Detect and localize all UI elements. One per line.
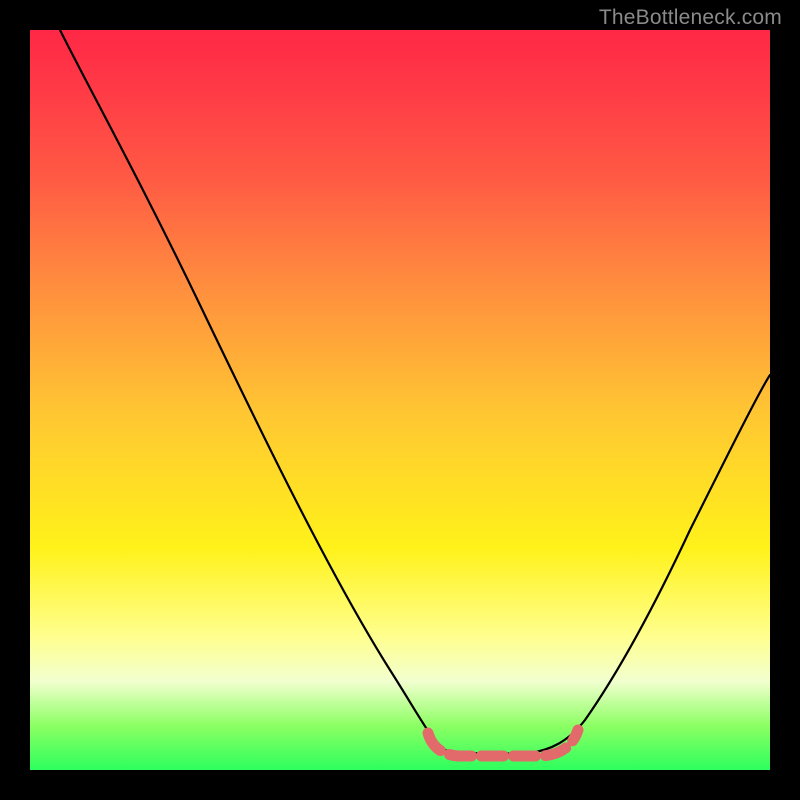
- plot-area: [30, 30, 770, 770]
- curve-layer: [30, 30, 770, 770]
- watermark-text: TheBottleneck.com: [599, 6, 782, 30]
- valley-marker: [428, 730, 578, 756]
- bottleneck-curve: [60, 30, 770, 754]
- chart-frame: TheBottleneck.com: [0, 0, 800, 800]
